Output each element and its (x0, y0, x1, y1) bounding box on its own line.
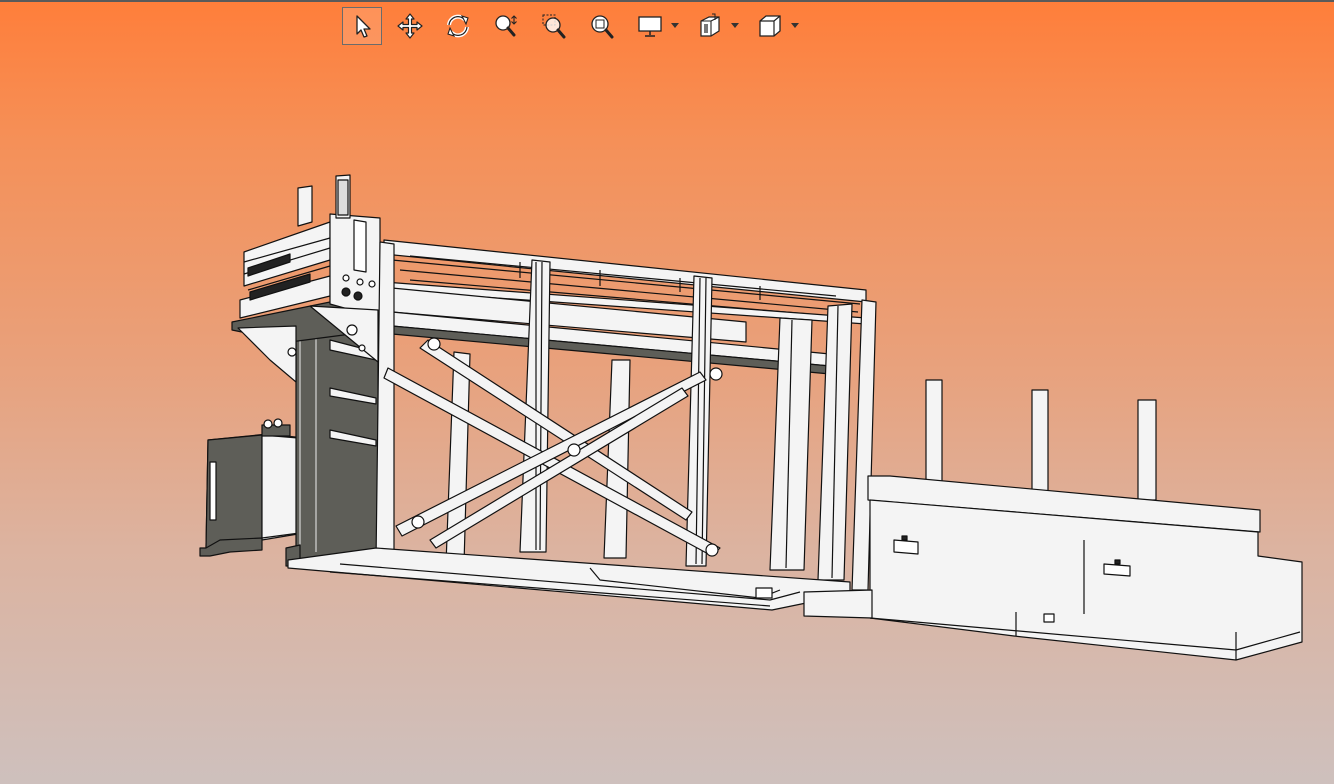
left-tower (285, 321, 379, 567)
outfeed-table (803, 379, 1303, 661)
cad-model-viewport[interactable] (0, 0, 1334, 784)
